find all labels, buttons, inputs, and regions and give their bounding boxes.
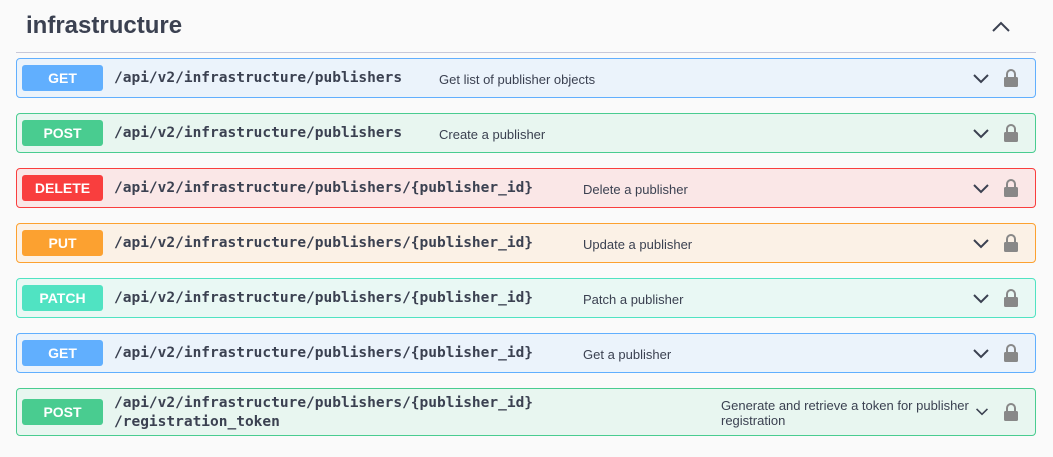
operation-summary: Get a publisher	[583, 347, 672, 362]
lock-icon[interactable]	[1003, 233, 1019, 253]
operation-get-publishers[interactable]: GET /api/v2/infrastructure/publishers Ge…	[16, 58, 1036, 98]
lock-icon[interactable]	[1003, 343, 1019, 363]
chevron-down-icon[interactable]	[972, 238, 990, 250]
chevron-down-icon[interactable]	[972, 183, 990, 195]
operation-path: /api/v2/infrastructure/publishers/{publi…	[114, 290, 534, 306]
method-badge: GET	[22, 65, 103, 91]
lock-icon[interactable]	[1003, 178, 1019, 198]
operation-summary: Update a publisher	[583, 237, 693, 252]
chevron-down-icon[interactable]	[972, 293, 990, 305]
method-badge: PUT	[22, 230, 103, 256]
operation-path: /api/v2/infrastructure/publishers/{publi…	[114, 235, 534, 251]
lock-icon[interactable]	[1003, 402, 1019, 422]
operation-get-publisher[interactable]: GET /api/v2/infrastructure/publishers/{p…	[16, 333, 1036, 373]
method-badge: GET	[22, 340, 103, 366]
chevron-down-icon[interactable]	[972, 348, 990, 360]
chevron-down-icon[interactable]	[972, 128, 990, 140]
operation-path-line1: /api/v2/infrastructure/publishers/{publi…	[114, 395, 534, 411]
operation-put-publisher[interactable]: PUT /api/v2/infrastructure/publishers/{p…	[16, 223, 1036, 263]
chevron-down-icon[interactable]	[972, 73, 990, 85]
operation-summary-line1: Generate and retrieve a token for publis…	[721, 398, 969, 413]
lock-icon[interactable]	[1003, 123, 1019, 143]
chevron-down-icon[interactable]	[975, 407, 989, 417]
operation-summary: Create a publisher	[439, 127, 546, 142]
chevron-up-icon[interactable]	[990, 16, 1012, 38]
section-title: infrastructure	[26, 12, 183, 39]
operation-path-line2: /registration_token	[114, 414, 280, 430]
operation-summary: Delete a publisher	[583, 182, 688, 197]
operation-path: /api/v2/infrastructure/publishers	[114, 70, 403, 86]
operation-path: /api/v2/infrastructure/publishers	[114, 125, 403, 141]
operation-post-registration-token[interactable]: POST /api/v2/infrastructure/publishers/{…	[16, 388, 1036, 436]
operation-summary: Get list of publisher objects	[439, 72, 596, 87]
operation-delete-publisher[interactable]: DELETE /api/v2/infrastructure/publishers…	[16, 168, 1036, 208]
lock-icon[interactable]	[1003, 68, 1019, 88]
operation-summary: Patch a publisher	[583, 292, 684, 307]
operation-path: /api/v2/infrastructure/publishers/{publi…	[114, 345, 534, 361]
method-badge: POST	[22, 120, 103, 146]
operation-post-publishers[interactable]: POST /api/v2/infrastructure/publishers C…	[16, 113, 1036, 153]
lock-icon[interactable]	[1003, 288, 1019, 308]
method-badge: DELETE	[22, 175, 103, 201]
method-badge: POST	[22, 399, 103, 425]
operation-summary-line2: registration	[721, 413, 786, 428]
method-badge: PATCH	[22, 285, 103, 311]
operation-path: /api/v2/infrastructure/publishers/{publi…	[114, 180, 534, 196]
operation-patch-publisher[interactable]: PATCH /api/v2/infrastructure/publishers/…	[16, 278, 1036, 318]
section-header[interactable]: infrastructure	[16, 0, 1036, 53]
